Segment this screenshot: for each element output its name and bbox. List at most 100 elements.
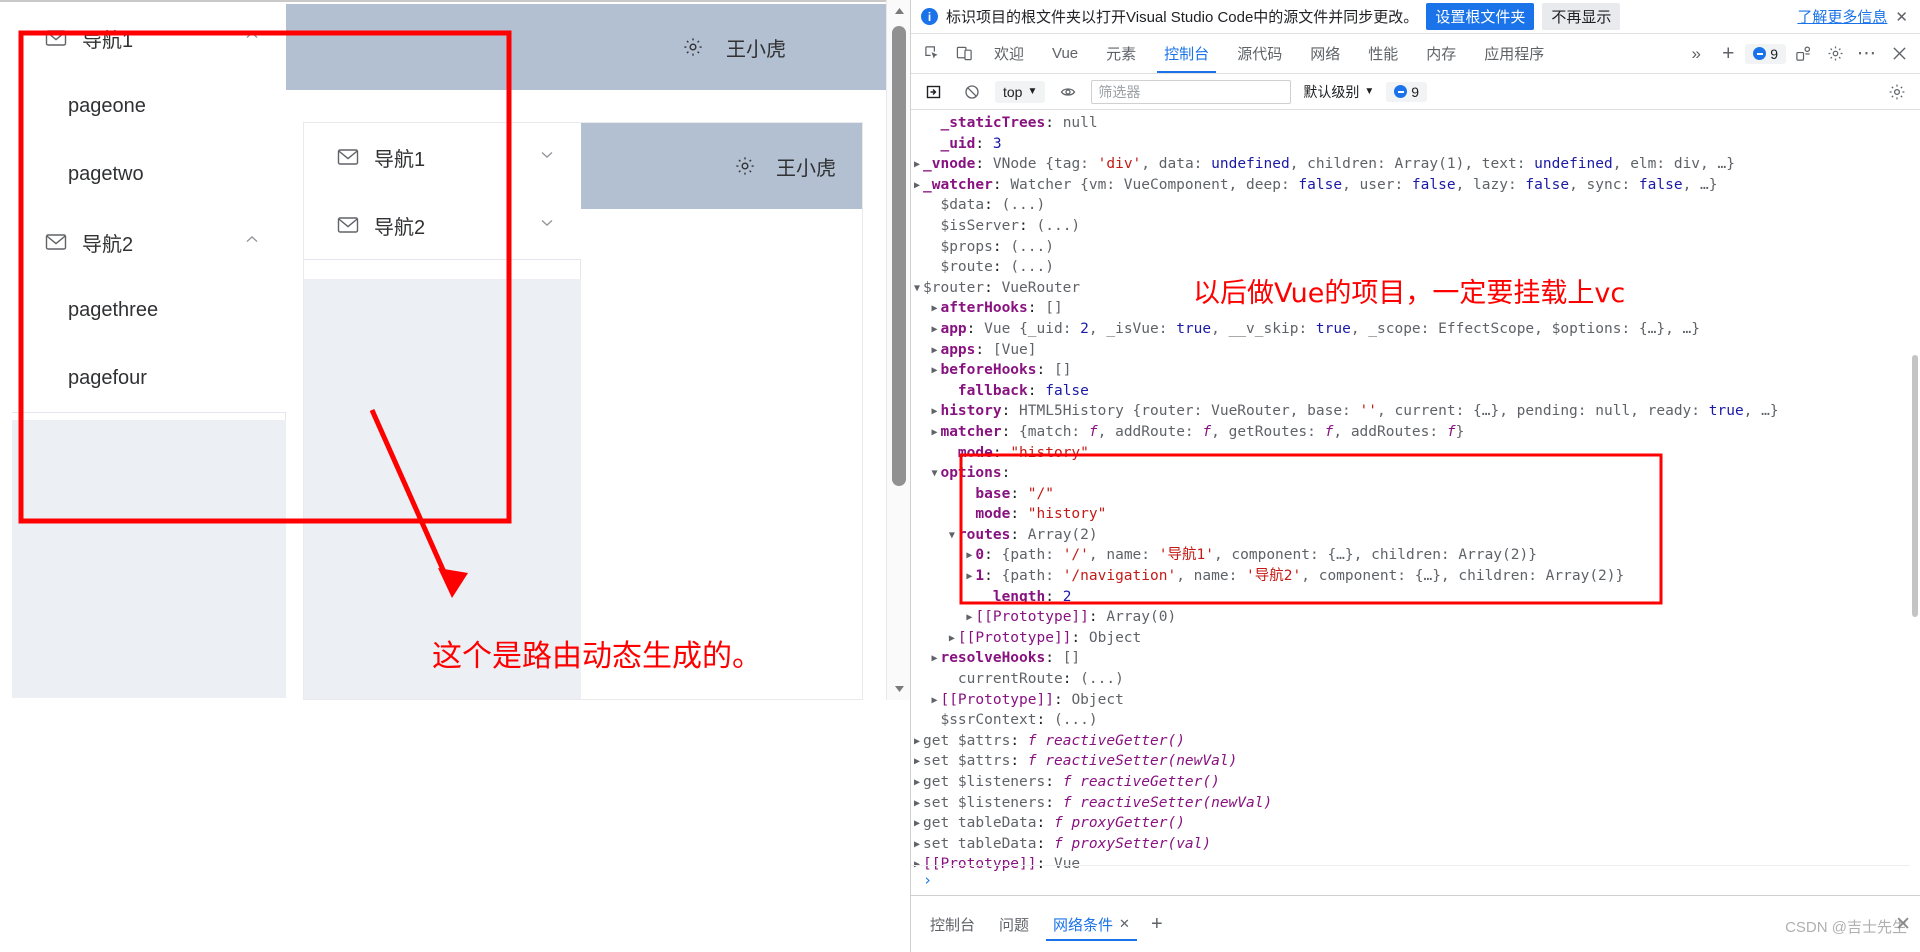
sidebar-item-pagethree[interactable]: pagethree xyxy=(12,276,286,344)
learn-more-link[interactable]: 了解更多信息 xyxy=(1797,6,1887,27)
disclosure-closed-icon[interactable]: ▶ xyxy=(911,835,923,856)
console-line[interactable]: ▶ 0: {path: '/', name: '导航1', component: … xyxy=(911,545,1920,566)
more-tabs-chevron-icon[interactable]: » xyxy=(1681,39,1711,69)
console-line[interactable]: currentRoute: (...) xyxy=(911,669,1920,690)
console-line[interactable]: $props: (...) xyxy=(911,237,1920,258)
console-filter-input[interactable] xyxy=(1091,79,1292,104)
add-drawer-tab-icon[interactable]: + xyxy=(1143,913,1171,936)
close-devtools-icon[interactable] xyxy=(1884,39,1914,69)
console-line[interactable]: fallback: false xyxy=(911,381,1920,402)
sidebar-item-nav2[interactable]: 导航2 xyxy=(12,208,286,276)
execution-context-select[interactable]: top ▼ xyxy=(995,80,1046,103)
inner-sidebar-item-nav1[interactable]: 导航1 xyxy=(304,123,581,191)
disclosure-closed-icon[interactable]: ▶ xyxy=(911,773,923,794)
disclosure-closed-icon[interactable]: ▶ xyxy=(963,567,975,588)
settings-gear-icon[interactable] xyxy=(1882,77,1912,107)
console-line[interactable]: $ssrContext: (...) xyxy=(911,710,1920,731)
devices-icon[interactable] xyxy=(1788,39,1818,69)
tab-elements[interactable]: 元素 xyxy=(1093,34,1149,73)
console-line[interactable]: ▶ apps: [Vue] xyxy=(911,340,1920,361)
log-level-select[interactable]: 默认级别 ▼ xyxy=(1299,79,1378,105)
sidebar-item-nav1[interactable]: 导航1 xyxy=(12,4,286,72)
console-line[interactable]: ▶ _watcher: Watcher {vm: VueComponent, de… xyxy=(911,175,1920,196)
console-vertical-scrollbar[interactable] xyxy=(1910,110,1920,895)
scroll-down-arrow-icon[interactable] xyxy=(887,678,910,700)
console-line[interactable]: ▶ resolveHooks: [] xyxy=(911,648,1920,669)
console-line[interactable]: ▶ [[Prototype]]: Object xyxy=(911,690,1920,711)
disclosure-closed-icon[interactable]: ▶ xyxy=(928,691,940,712)
console-line[interactable]: _uid: 3 xyxy=(911,134,1920,155)
console-line[interactable]: ▶ matcher: {match: f, addRoute: f, getRou… xyxy=(911,422,1920,443)
console-output[interactable]: _staticTrees: null _uid: 3 ▶ _vnode: VNode… xyxy=(911,110,1920,895)
disclosure-closed-icon[interactable]: ▶ xyxy=(911,732,923,753)
tab-performance[interactable]: 性能 xyxy=(1355,34,1411,73)
disclosure-closed-icon[interactable]: ▶ xyxy=(946,629,958,650)
scroll-up-arrow-icon[interactable] xyxy=(887,0,910,22)
sidebar-item-pageone[interactable]: pageone xyxy=(12,72,286,140)
page-vertical-scrollbar[interactable] xyxy=(886,0,910,700)
disclosure-open-icon[interactable]: ▼ xyxy=(946,526,958,547)
disclosure-closed-icon[interactable]: ▶ xyxy=(911,752,923,773)
inspect-icon[interactable] xyxy=(917,39,947,69)
disclosure-open-icon[interactable]: ▼ xyxy=(928,464,940,485)
console-line[interactable]: ▶ beforeHooks: [] xyxy=(911,360,1920,381)
console-line[interactable]: length: 2 xyxy=(911,587,1920,608)
chevron-up-icon[interactable] xyxy=(244,231,260,254)
inner-sidebar-item-nav2[interactable]: 导航2 xyxy=(304,191,581,259)
console-line[interactable]: ▶ [[Prototype]]: Array(0) xyxy=(911,607,1920,628)
disclosure-closed-icon[interactable]: ▶ xyxy=(911,794,923,815)
console-line[interactable]: ▶ get $attrs: f reactiveGetter() xyxy=(911,731,1920,752)
console-line[interactable]: $isServer: (...) xyxy=(911,216,1920,237)
device-toolbar-icon[interactable] xyxy=(949,39,979,69)
console-line[interactable]: $data: (...) xyxy=(911,195,1920,216)
disclosure-closed-icon[interactable]: ▶ xyxy=(928,361,940,382)
set-root-folder-button[interactable]: 设置根文件夹 xyxy=(1426,3,1535,30)
console-line[interactable]: ▶ get $listeners: f reactiveGetter() xyxy=(911,772,1920,793)
close-icon[interactable]: ✕ xyxy=(1119,916,1130,932)
drawer-tab-network-conditions[interactable]: 网络条件 ✕ xyxy=(1042,907,1141,941)
console-line[interactable]: ▶ 1: {path: '/navigation', name: '导航2', c… xyxy=(911,566,1920,587)
console-line[interactable]: ▶ set tableData: f proxySetter(val) xyxy=(911,834,1920,855)
drawer-tab-issues[interactable]: 问题 xyxy=(988,907,1040,941)
console-line[interactable]: ▶ _vnode: VNode {tag: 'div', data: undefi… xyxy=(911,154,1920,175)
tab-memory[interactable]: 内存 xyxy=(1413,34,1469,73)
disclosure-closed-icon[interactable]: ▶ xyxy=(928,299,940,320)
tab-sources[interactable]: 源代码 xyxy=(1224,34,1295,73)
console-line[interactable]: ▶ get tableData: f proxyGetter() xyxy=(911,813,1920,834)
disclosure-closed-icon[interactable]: ▶ xyxy=(928,649,940,670)
issues-badge[interactable]: 9 xyxy=(1745,43,1786,64)
disclosure-closed-icon[interactable]: ▶ xyxy=(963,608,975,629)
tab-welcome[interactable]: 欢迎 xyxy=(981,34,1037,73)
disclosure-closed-icon[interactable]: ▶ xyxy=(911,814,923,835)
drawer-tab-console[interactable]: 控制台 xyxy=(919,907,986,941)
tab-application[interactable]: 应用程序 xyxy=(1471,34,1557,73)
console-line[interactable]: mode: "history" xyxy=(911,504,1920,525)
disclosure-closed-icon[interactable]: ▶ xyxy=(928,320,940,341)
disclosure-closed-icon[interactable]: ▶ xyxy=(928,402,940,423)
console-line[interactable]: ▶ set $listeners: f reactiveSetter(newVal… xyxy=(911,793,1920,814)
console-line[interactable]: base: "/" xyxy=(911,484,1920,505)
console-line[interactable]: ▼ options: xyxy=(911,463,1920,484)
tab-network[interactable]: 网络 xyxy=(1297,34,1353,73)
sidebar-item-pagetwo[interactable]: pagetwo xyxy=(12,140,286,208)
scrollbar-thumb[interactable] xyxy=(892,26,906,486)
live-expression-icon[interactable] xyxy=(1053,77,1083,107)
console-line[interactable]: ▶ app: Vue {_uid: 2, _isVue: true, __v_sk… xyxy=(911,319,1920,340)
console-line[interactable]: ▶ [[Prototype]]: Object xyxy=(911,628,1920,649)
gear-icon[interactable] xyxy=(734,155,756,177)
tab-console[interactable]: 控制台 xyxy=(1151,34,1222,73)
chevron-down-icon[interactable] xyxy=(539,146,555,169)
disclosure-closed-icon[interactable]: ▶ xyxy=(911,176,923,197)
gear-icon[interactable] xyxy=(682,36,704,58)
scrollbar-thumb[interactable] xyxy=(1912,355,1918,617)
console-line[interactable]: ▼ routes: Array(2) xyxy=(911,525,1920,546)
console-line[interactable]: ▶ history: HTML5History {router: VueRoute… xyxy=(911,401,1920,422)
dont-show-again-button[interactable]: 不再显示 xyxy=(1542,3,1621,30)
tab-vue[interactable]: Vue xyxy=(1039,34,1091,73)
disclosure-open-icon[interactable]: ▼ xyxy=(911,279,923,300)
chevron-up-icon[interactable] xyxy=(244,27,260,50)
settings-gear-icon[interactable] xyxy=(1820,39,1850,69)
disclosure-closed-icon[interactable]: ▶ xyxy=(911,155,923,176)
close-icon[interactable]: ✕ xyxy=(1895,8,1908,26)
add-tab-icon[interactable]: + xyxy=(1713,39,1743,69)
